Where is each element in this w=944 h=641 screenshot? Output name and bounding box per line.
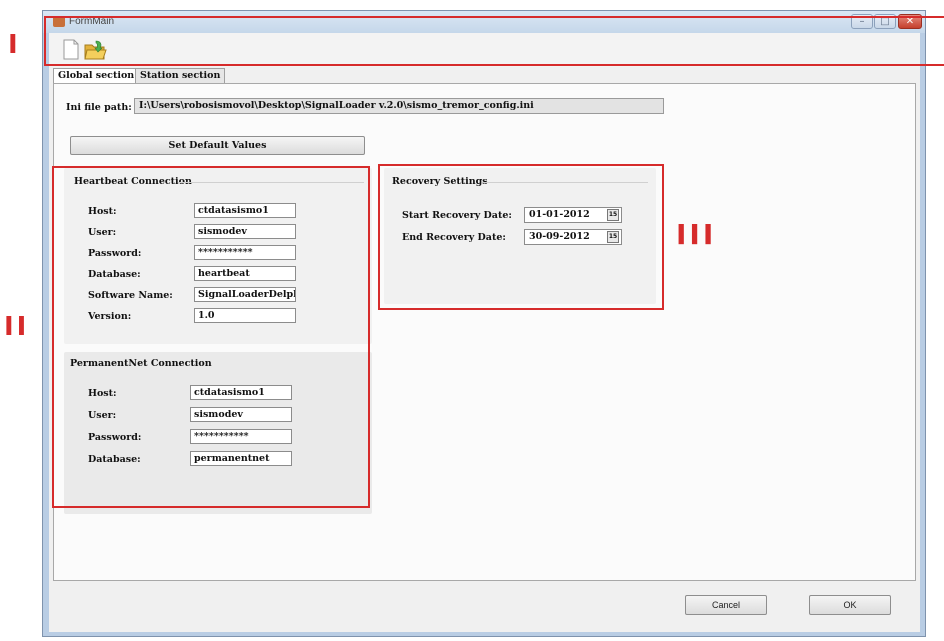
- permanentnet-connection-group: PermanentNet Connection Host: ctdatasism…: [64, 352, 372, 514]
- hb-user-input[interactable]: sismodev: [194, 224, 296, 239]
- hb-software-name-input[interactable]: SignalLoaderDelphi: [194, 287, 296, 302]
- end-recovery-date-label: End Recovery Date:: [402, 232, 506, 243]
- hb-version-label: Version:: [88, 311, 132, 322]
- footer: Cancel OK: [53, 585, 916, 625]
- pn-password-input[interactable]: ***********: [190, 429, 292, 444]
- hb-password-input[interactable]: ***********: [194, 245, 296, 260]
- calendar-icon[interactable]: 15: [607, 209, 619, 221]
- end-recovery-date-picker[interactable]: 30-09-2012 15: [524, 229, 622, 245]
- tab-station-section[interactable]: Station section: [135, 68, 226, 83]
- hb-host-label: Host:: [88, 206, 117, 217]
- ini-path-label: Ini file path:: [66, 102, 132, 113]
- annotation-label-i: I: [8, 30, 21, 60]
- title-bar[interactable]: FormMain – □ ✕: [43, 11, 925, 33]
- client-area: Global section Station section Ini file …: [49, 33, 920, 632]
- cancel-button[interactable]: Cancel: [685, 595, 767, 615]
- close-button[interactable]: ✕: [898, 14, 922, 29]
- tab-bar: Global section Station section: [49, 68, 920, 84]
- heartbeat-connection-group: Heartbeat Connection Host: ctdatasismo1 …: [64, 168, 372, 344]
- hb-password-label: Password:: [88, 248, 142, 259]
- app-icon: [53, 16, 65, 27]
- annotation-label-ii: II: [4, 312, 30, 342]
- pn-password-label: Password:: [88, 432, 142, 443]
- minimize-button[interactable]: –: [851, 14, 873, 29]
- ini-path-field[interactable]: I:\Users\robosismovol\Desktop\SignalLoad…: [134, 98, 664, 114]
- pn-host-label: Host:: [88, 388, 117, 399]
- window-title: FormMain: [69, 16, 115, 27]
- heartbeat-title: Heartbeat Connection: [74, 176, 192, 187]
- main-window: FormMain – □ ✕ Global section Station se…: [42, 10, 926, 637]
- pn-host-input[interactable]: ctdatasismo1: [190, 385, 292, 400]
- start-recovery-date-label: Start Recovery Date:: [402, 210, 512, 221]
- ok-button[interactable]: OK: [809, 595, 891, 615]
- toolbar: [49, 33, 920, 67]
- calendar-icon[interactable]: 15: [607, 231, 619, 243]
- hb-host-input[interactable]: ctdatasismo1: [194, 203, 296, 218]
- hb-database-label: Database:: [88, 269, 141, 280]
- recovery-title: Recovery Settings: [392, 176, 488, 187]
- hb-user-label: User:: [88, 227, 117, 238]
- start-recovery-date-picker[interactable]: 01-01-2012 15: [524, 207, 622, 223]
- new-file-icon[interactable]: [63, 39, 81, 61]
- permanentnet-title: PermanentNet Connection: [70, 358, 212, 369]
- pn-database-label: Database:: [88, 454, 141, 465]
- hb-database-input[interactable]: heartbeat: [194, 266, 296, 281]
- hb-version-input[interactable]: 1.0: [194, 308, 296, 323]
- pn-user-input[interactable]: sismodev: [190, 407, 292, 422]
- recovery-settings-group: Recovery Settings Start Recovery Date: 0…: [384, 168, 656, 304]
- open-folder-icon[interactable]: [83, 39, 107, 61]
- annotation-label-iii: III: [676, 218, 717, 251]
- pn-user-label: User:: [88, 410, 117, 421]
- global-section-panel: Ini file path: I:\Users\robosismovol\Des…: [53, 83, 916, 581]
- pn-database-input[interactable]: permanentnet: [190, 451, 292, 466]
- tab-global-section[interactable]: Global section: [53, 68, 140, 84]
- set-default-values-button[interactable]: Set Default Values: [70, 136, 365, 155]
- maximize-button[interactable]: □: [874, 14, 896, 29]
- hb-software-name-label: Software Name:: [88, 290, 173, 301]
